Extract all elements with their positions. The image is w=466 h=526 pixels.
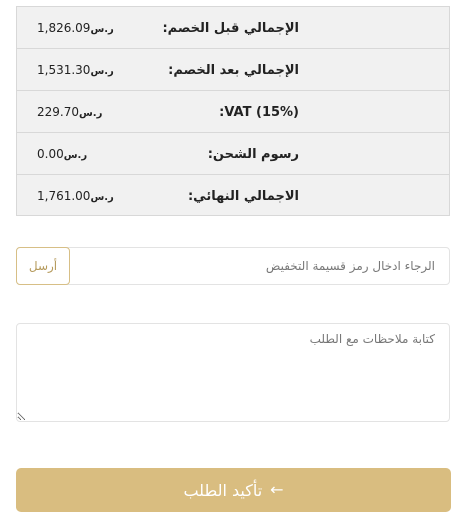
confirm-order-label: تأكيد الطلب xyxy=(183,480,263,500)
shipping-label: رسوم الشحن: xyxy=(207,147,299,162)
vat-label: VAT (15%): xyxy=(219,105,299,120)
summary-row-vat: ر.س229.70 VAT (15%): xyxy=(17,91,449,133)
shipping-amount: 0.00 xyxy=(37,147,64,161)
summary-value: ر.س1,826.09 xyxy=(37,7,120,49)
subtotal-label: الإجمالي قبل الخصم: xyxy=(162,21,299,36)
subtotal-amount: 1,826.09 xyxy=(37,21,91,35)
confirm-order-button[interactable]: تأكيد الطلب ← xyxy=(16,468,451,512)
summary-row-shipping: ر.س0.00 رسوم الشحن: xyxy=(17,133,449,175)
currency-symbol: ر.س xyxy=(90,66,114,77)
coupon-form: أرسل xyxy=(16,247,450,285)
after-discount-amount: 1,531.30 xyxy=(37,63,91,77)
currency-symbol: ر.س xyxy=(63,150,88,161)
currency-symbol: ر.س xyxy=(79,108,103,119)
after-discount-label: الإجمالي بعد الخصم: xyxy=(168,63,299,78)
vat-amount: 229.70 xyxy=(37,105,79,119)
currency-symbol: ر.س xyxy=(90,24,114,35)
total-amount: 1,761.00 xyxy=(37,189,91,203)
send-coupon-button[interactable]: أرسل xyxy=(16,247,70,285)
order-notes-textarea[interactable] xyxy=(16,323,450,422)
summary-row-subtotal: ر.س1,826.09 الإجمالي قبل الخصم: xyxy=(17,7,449,49)
coupon-code-input[interactable] xyxy=(77,248,449,284)
summary-value: ر.س1,531.30 xyxy=(37,49,120,91)
summary-row-total: ر.س1,761.00 الاجمالي النهائي: xyxy=(17,175,449,217)
summary-value: ر.س0.00 xyxy=(37,133,93,175)
currency-symbol: ر.س xyxy=(90,192,114,203)
summary-row-after-discount: ر.س1,531.30 الإجمالي بعد الخصم: xyxy=(17,49,449,91)
total-label: الاجمالي النهائي: xyxy=(187,189,299,204)
summary-value: ر.س229.70 xyxy=(37,91,108,133)
summary-value: ر.س1,761.00 xyxy=(37,175,120,217)
order-summary: ر.س1,826.09 الإجمالي قبل الخصم: ر.س1,531… xyxy=(16,6,450,216)
arrow-left-icon: ← xyxy=(270,480,284,499)
